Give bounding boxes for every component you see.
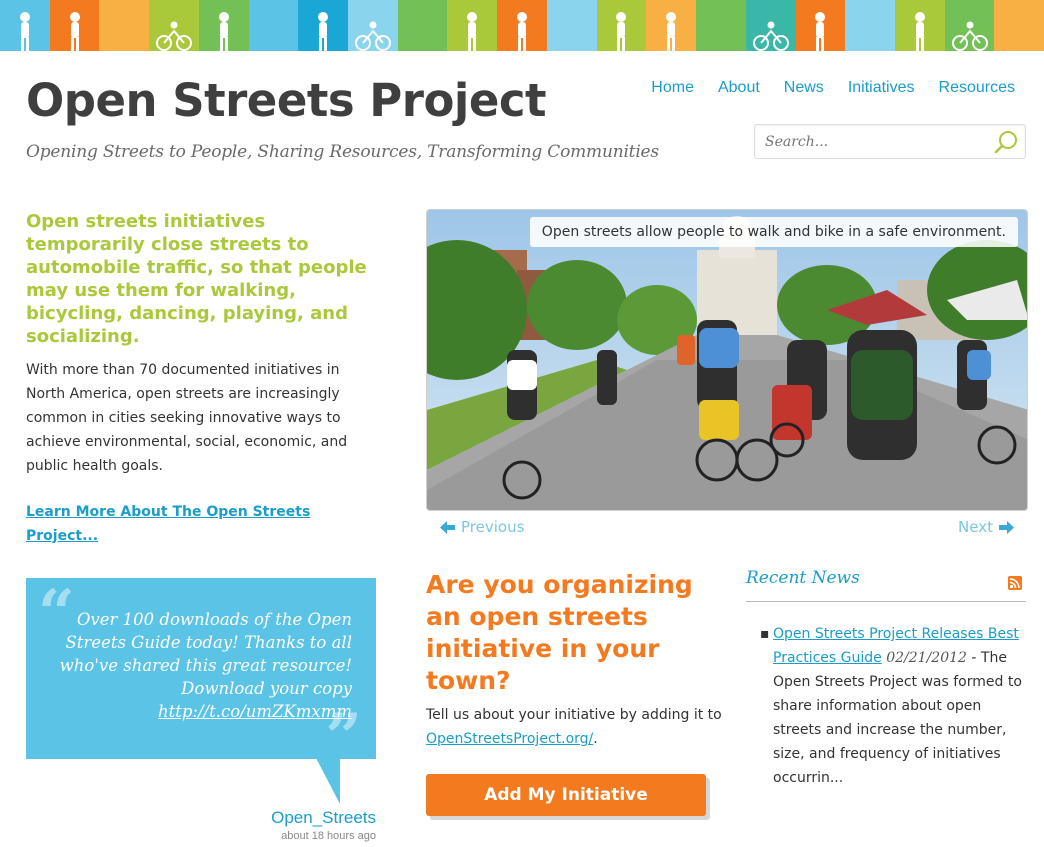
news-bullet-icon: ▪ bbox=[760, 626, 770, 642]
search-box bbox=[754, 124, 1026, 159]
tweet-box: “ ” Over 100 downloads of the Open Stree… bbox=[26, 578, 376, 770]
banner-strip bbox=[745, 0, 796, 51]
intro-body: With more than 70 documented initiatives… bbox=[26, 362, 348, 474]
banner-strip bbox=[99, 0, 150, 51]
banner-strip bbox=[497, 0, 547, 51]
banner-strip bbox=[646, 0, 697, 51]
nav-resources[interactable]: Resources bbox=[939, 79, 1015, 97]
tweet-body: Over 100 downloads of the Open Streets G… bbox=[59, 610, 352, 698]
banner-strip bbox=[149, 0, 199, 51]
slide-prev-button[interactable]: Previous bbox=[440, 518, 524, 536]
news-title: Recent News bbox=[746, 568, 860, 588]
banner-strip bbox=[696, 0, 746, 51]
slide-prev-label: Previous bbox=[461, 518, 525, 536]
arrow-left-icon bbox=[440, 520, 455, 534]
tweet-time: about 18 hours ago bbox=[281, 830, 376, 842]
organize-link[interactable]: OpenStreetsProject.org/ bbox=[426, 731, 593, 747]
news-header: Recent News bbox=[746, 568, 1026, 602]
banner-strip bbox=[447, 0, 498, 51]
banner-strip bbox=[198, 0, 249, 51]
rss-icon[interactable] bbox=[1008, 576, 1022, 590]
news-item-date: 02/21/2012 bbox=[886, 650, 967, 666]
banner-strip bbox=[348, 0, 398, 51]
banner-strip bbox=[49, 0, 100, 51]
banner-strip bbox=[894, 0, 945, 51]
header-banner bbox=[0, 0, 1044, 51]
tweet-text: Over 100 downloads of the Open Streets G… bbox=[32, 608, 352, 723]
news-item: Open Streets Project Releases Best Pract… bbox=[773, 622, 1031, 790]
nav-news[interactable]: News bbox=[784, 79, 824, 97]
nav-initiatives[interactable]: Initiatives bbox=[848, 79, 915, 97]
banner-strip bbox=[845, 0, 895, 51]
slide-next-button[interactable]: Next bbox=[958, 518, 1014, 536]
organize-body: Tell us about your initiative by adding … bbox=[426, 703, 726, 751]
add-initiative-button[interactable]: Add My Initiative bbox=[426, 774, 706, 816]
tweet-pointer bbox=[316, 758, 340, 804]
organize-title: Are you organizing an open streets initi… bbox=[426, 570, 693, 695]
search-input[interactable] bbox=[755, 125, 985, 158]
organize-end: . bbox=[593, 731, 598, 747]
banner-strip bbox=[0, 0, 50, 51]
arrow-right-icon bbox=[999, 520, 1014, 534]
intro-lead: Open streets initiatives temporarily clo… bbox=[26, 211, 367, 347]
slideshow[interactable]: Open streets allow people to walk and bi… bbox=[426, 209, 1028, 511]
main-nav: Home About News Initiatives Resources bbox=[651, 79, 1015, 97]
slide-caption: Open streets allow people to walk and bi… bbox=[529, 217, 1018, 247]
tweet-author[interactable]: Open_Streets bbox=[271, 808, 376, 828]
banner-strip bbox=[546, 0, 597, 51]
banner-strip bbox=[248, 0, 299, 51]
learn-more-link[interactable]: Learn More About The Open Streets Projec… bbox=[26, 500, 336, 548]
slide-next-label: Next bbox=[958, 518, 993, 536]
banner-strip bbox=[994, 0, 1044, 51]
banner-strip bbox=[397, 0, 448, 51]
site-title[interactable]: Open Streets Project bbox=[26, 74, 547, 127]
site-tagline: Opening Streets to People, Sharing Resou… bbox=[26, 142, 659, 162]
banner-strip bbox=[944, 0, 995, 51]
nav-home[interactable]: Home bbox=[651, 79, 694, 97]
search-icon[interactable] bbox=[993, 129, 1019, 155]
news-item-sep: - bbox=[966, 650, 981, 666]
banner-strip bbox=[298, 0, 349, 51]
tweet-link[interactable]: http://t.co/umZKmxmm bbox=[158, 702, 352, 721]
news-item-text: The Open Streets Project was formed to s… bbox=[773, 650, 1022, 786]
nav-about[interactable]: About bbox=[718, 79, 760, 97]
banner-strip bbox=[596, 0, 647, 51]
organize-text: Tell us about your initiative by adding … bbox=[426, 707, 722, 723]
banner-strip bbox=[795, 0, 846, 51]
slide-photo bbox=[427, 210, 1027, 510]
